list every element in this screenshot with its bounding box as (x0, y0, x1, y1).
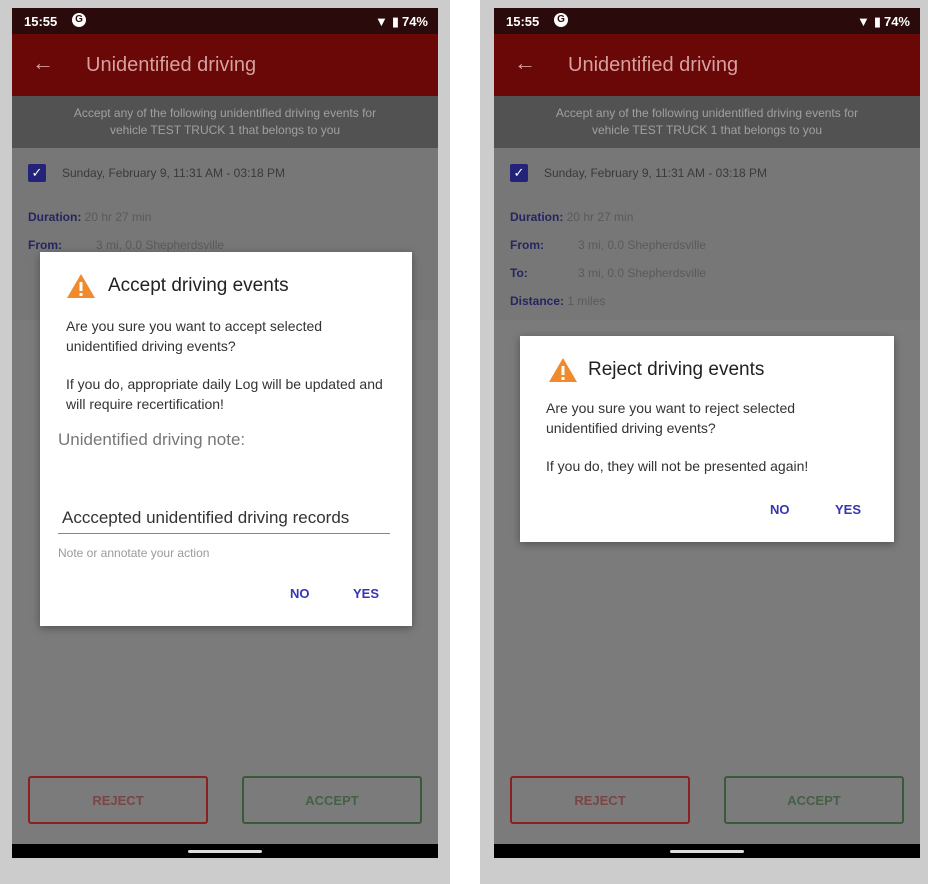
duration-row: Duration: 20 hr 27 min (28, 210, 151, 224)
app-bar: ← Unidentified driving (494, 34, 920, 96)
dialog-title: Accept driving events (108, 275, 289, 296)
reject-button[interactable]: REJECT (28, 776, 208, 824)
status-right: ▼ ▮ 74% (375, 14, 428, 30)
from-row: From: 3 mi, 0.0 Shepherdsville (510, 238, 706, 252)
dialog-message-2: If you do, they will not be presented ag… (546, 458, 809, 474)
dialog-message-2: If you do, appropriate daily Log will be… (66, 376, 383, 412)
note-helper-text: Note or annotate your action (58, 546, 210, 560)
battery-icon: ▮ (391, 14, 399, 29)
duration-value: 20 hr 27 min (84, 210, 152, 224)
to-label: To: (510, 266, 528, 280)
notice-line-2: vehicle TEST TRUCK 1 that belongs to you (591, 123, 823, 137)
app-bar-title: Unidentified driving (86, 54, 257, 76)
dialog-yes-button[interactable]: YES (835, 502, 861, 517)
battery-icon: ▮ (873, 14, 881, 29)
app-bar-title: Unidentified driving (568, 54, 739, 76)
note-input[interactable] (58, 506, 390, 534)
dialog-message-1: Are you sure you want to reject selected… (546, 400, 796, 436)
status-right: ▼ ▮ 74% (857, 14, 910, 30)
event-checkbox[interactable]: ✓ (510, 164, 528, 182)
notice-banner: Accept any of the following unidentified… (12, 96, 438, 148)
from-value: 3 mi, 0.0 Shepherdsville (578, 238, 707, 252)
from-label: From: (28, 238, 62, 252)
app-badge-icon: G (72, 13, 86, 27)
wifi-icon: ▼ (856, 14, 870, 29)
notice-line-2: vehicle TEST TRUCK 1 that belongs to you (109, 123, 341, 137)
app-bar: ← Unidentified driving (12, 34, 438, 96)
from-row: From: 3 mi, 0.0 Shepherdsville (28, 238, 224, 252)
note-label: Unidentified driving note: (58, 430, 246, 449)
accept-button[interactable]: ACCEPT (724, 776, 904, 824)
duration-row: Duration: 20 hr 27 min (510, 210, 633, 224)
notice-line-1: Accept any of the following unidentified… (73, 106, 377, 120)
navigation-bar (494, 844, 920, 858)
battery-level: 74% (883, 14, 910, 29)
duration-value: 20 hr 27 min (566, 210, 634, 224)
distance-value: 1 miles (567, 294, 606, 308)
event-card: ✓ Sunday, February 9, 11:31 AM - 03:18 P… (494, 148, 920, 320)
home-handle[interactable] (670, 850, 744, 853)
battery-level: 74% (401, 14, 428, 29)
dialog-yes-button[interactable]: YES (353, 586, 379, 601)
distance-label: Distance: (510, 294, 565, 308)
distance-row: Distance: 1 miles (510, 294, 605, 308)
notice-banner: Accept any of the following unidentified… (494, 96, 920, 148)
to-value: 3 mi, 0.0 Shepherdsville (578, 266, 707, 280)
status-time: 15:55 (506, 14, 540, 29)
dialog-no-button[interactable]: NO (290, 586, 310, 601)
home-handle[interactable] (188, 850, 262, 853)
notice-line-1: Accept any of the following unidentified… (555, 106, 859, 120)
phone-screen-reject: 15:55 G ▼ ▮ 74% ← Unidentified driving Acc… (494, 8, 920, 858)
dialog-title: Reject driving events (588, 359, 765, 380)
navigation-bar (12, 844, 438, 858)
reject-button[interactable]: REJECT (510, 776, 690, 824)
event-date: Sunday, February 9, 11:31 AM - 03:18 PM (62, 166, 286, 180)
duration-label: Duration: (28, 210, 82, 224)
app-badge-icon: G (554, 13, 568, 27)
warning-icon (549, 358, 577, 382)
status-bar: 15:55 G ▼ ▮ 74% (12, 8, 438, 34)
phone-screen-accept: 15:55 G ▼ ▮ 74% ← Unidentified driving Acc… (12, 8, 438, 858)
dialog-no-button[interactable]: NO (770, 502, 790, 517)
event-checkbox[interactable]: ✓ (28, 164, 46, 182)
reject-dialog: Reject driving events Are you sure you w… (520, 336, 894, 542)
from-label: From: (510, 238, 544, 252)
status-time: 15:55 (24, 14, 58, 29)
warning-icon (67, 274, 95, 298)
wifi-icon: ▼ (374, 14, 388, 29)
to-row: To: 3 mi, 0.0 Shepherdsville (510, 266, 706, 280)
from-value: 3 mi, 0.0 Shepherdsville (96, 238, 225, 252)
accept-dialog: Accept driving events Are you sure you w… (40, 252, 412, 626)
status-bar: 15:55 G ▼ ▮ 74% (494, 8, 920, 34)
dialog-message-1: Are you sure you want to accept selected… (66, 318, 323, 354)
duration-label: Duration: (510, 210, 564, 224)
back-arrow-icon[interactable]: ← (514, 50, 536, 76)
back-arrow-icon[interactable]: ← (32, 50, 54, 76)
accept-button[interactable]: ACCEPT (242, 776, 422, 824)
event-date: Sunday, February 9, 11:31 AM - 03:18 PM (544, 166, 768, 180)
